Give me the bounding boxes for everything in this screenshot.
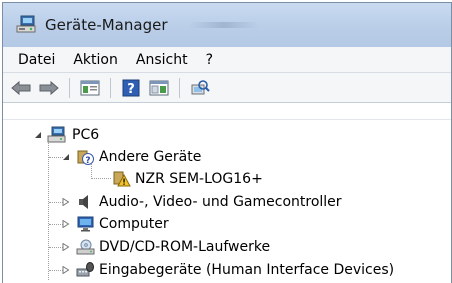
tree-line xyxy=(48,140,49,280)
tree-line xyxy=(91,178,111,179)
forward-arrow-icon[interactable] xyxy=(37,77,61,99)
tree-label-nzr: NZR SEM-LOG16+ xyxy=(135,171,263,187)
tree-label-computer: Computer xyxy=(99,216,169,232)
expand-triangle-icon[interactable] xyxy=(61,219,71,229)
properties-icon[interactable] xyxy=(78,77,102,99)
tree-node-dvd[interactable]: DVD/CD-ROM-Laufwerke xyxy=(61,236,270,258)
view-icon[interactable] xyxy=(147,77,171,99)
menu-ansicht[interactable]: Ansicht xyxy=(127,50,197,70)
tree-node-audio[interactable]: Audio-, Video- und Gamecontroller xyxy=(61,191,342,213)
speaker-icon xyxy=(75,193,95,211)
tree-node-input-devices[interactable]: Eingabegeräte (Human Interface Devices) xyxy=(61,259,394,281)
tree-node-nzr-device[interactable]: NZR SEM-LOG16+ xyxy=(111,168,263,190)
computer-icon xyxy=(47,126,67,144)
tree-label-input-devices: Eingabegeräte (Human Interface Devices) xyxy=(99,262,395,278)
tree-label-dvd: DVD/CD-ROM-Laufwerke xyxy=(99,239,271,255)
collapse-triangle-icon[interactable] xyxy=(33,130,43,140)
warning-device-icon xyxy=(111,170,131,188)
svg-text:?: ? xyxy=(85,156,90,166)
title-bar[interactable]: Geräte-Manager xyxy=(3,3,451,47)
tree-label-root: PC6 xyxy=(72,127,100,143)
dvd-drive-icon xyxy=(75,238,95,256)
blurred-title-area xyxy=(189,22,260,28)
expand-triangle-icon[interactable] xyxy=(61,265,71,275)
tree-node-andere-geraete[interactable]: ? Andere Geräte xyxy=(61,146,201,168)
toolbar-separator xyxy=(69,77,70,98)
unknown-device-icon: ? xyxy=(75,148,95,166)
input-device-icon xyxy=(75,261,95,279)
toolbar-separator xyxy=(179,77,180,98)
collapse-triangle-icon[interactable] xyxy=(61,152,71,162)
svg-text:?: ? xyxy=(127,82,135,97)
menu-aktion[interactable]: Aktion xyxy=(64,50,127,70)
back-arrow-icon[interactable] xyxy=(9,77,33,99)
menu-datei[interactable]: Datei xyxy=(9,50,64,70)
tree-label-other-devices: Andere Geräte xyxy=(99,149,202,165)
window-title: Geräte-Manager xyxy=(45,16,168,34)
scan-hardware-icon[interactable] xyxy=(188,77,212,99)
expand-triangle-icon[interactable] xyxy=(61,242,71,252)
device-manager-window: Geräte-Manager Datei Aktion Ansicht ? ? xyxy=(2,2,452,283)
tree-label-audio: Audio-, Video- und Gamecontroller xyxy=(99,194,342,210)
toolbar: ? xyxy=(3,73,451,103)
expand-triangle-icon[interactable] xyxy=(61,197,71,207)
tree-node-pc6[interactable]: PC6 xyxy=(33,124,100,146)
menu-bar: Datei Aktion Ansicht ? xyxy=(3,47,451,73)
help-icon[interactable]: ? xyxy=(119,77,143,99)
tree-node-computer[interactable]: Computer xyxy=(61,213,169,235)
monitor-icon xyxy=(75,215,95,233)
toolbar-separator xyxy=(110,77,111,98)
menu-help[interactable]: ? xyxy=(197,50,222,70)
device-tree: PC6 ? Andere Geräte NZR SEM-LOG16+ Audio… xyxy=(3,119,451,283)
device-manager-icon xyxy=(15,15,37,35)
